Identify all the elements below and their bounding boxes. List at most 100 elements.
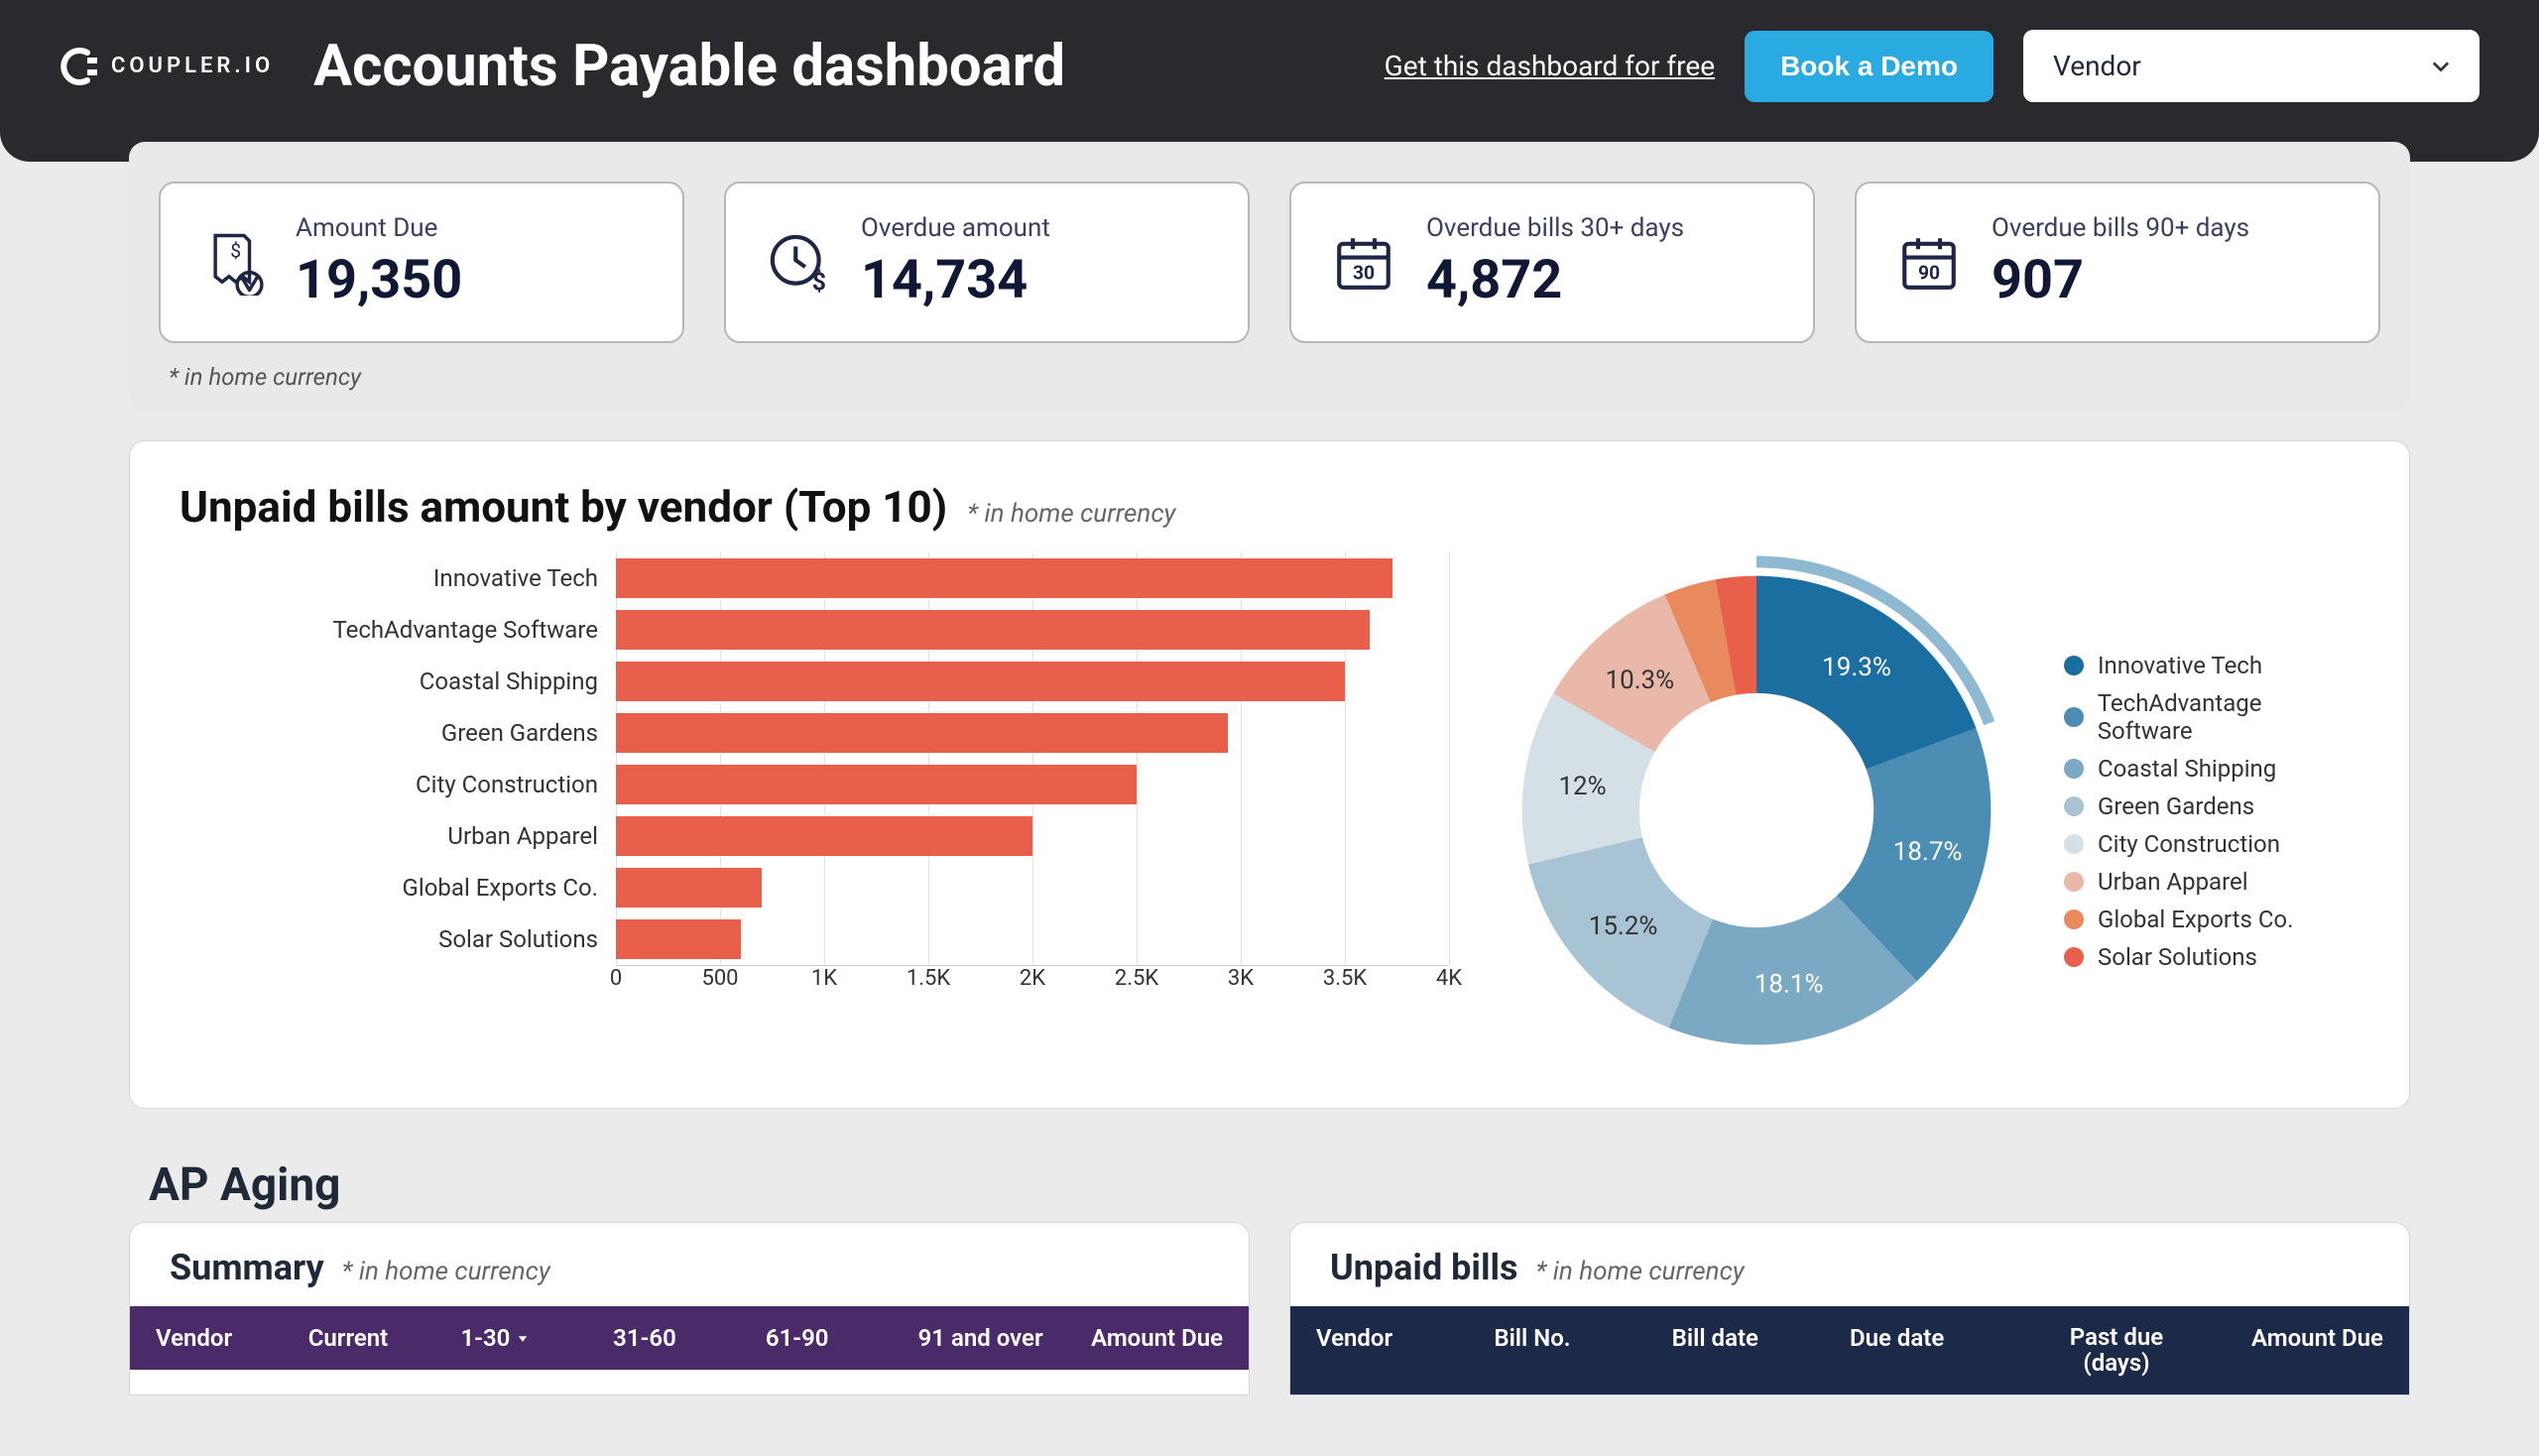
legend-item: TechAdvantage Software	[2064, 689, 2359, 745]
bar-row: Innovative Tech	[269, 552, 1449, 604]
chevron-down-icon	[2432, 50, 2450, 82]
bar-row: Urban Apparel	[269, 810, 1449, 862]
legend-swatch	[2064, 656, 2084, 675]
donut-slice-label: 18.7%	[1893, 837, 1963, 867]
donut-slice-label: 10.3%	[1605, 666, 1674, 695]
page-title: Accounts Payable dashboard	[313, 33, 1345, 100]
bar-row: TechAdvantage Software	[269, 604, 1449, 656]
kpi-card: 90Overdue bills 90+ days907	[1855, 182, 2380, 343]
table-header-cell: Amount Due	[1070, 1324, 1223, 1352]
brand-name: COUPLER.IO	[111, 54, 274, 78]
table-header-cell: Vendor	[1316, 1324, 1494, 1377]
legend-label: Urban Apparel	[2098, 868, 2248, 896]
donut-slice-label: 19.3%	[1822, 653, 1891, 682]
calendar-30-icon: 30	[1331, 230, 1396, 296]
bar-row: Solar Solutions	[269, 913, 1449, 965]
bar-label: Solar Solutions	[269, 925, 616, 953]
legend-item: Global Exports Co.	[2064, 906, 2359, 933]
summary-note: * in home currency	[342, 1257, 550, 1286]
summary-panel: Summary * in home currency VendorCurrent…	[129, 1222, 1250, 1395]
table-header-cell[interactable]: 1-30	[460, 1324, 613, 1352]
legend-item: Innovative Tech	[2064, 652, 2359, 679]
table-header-cell: Bill No.	[1494, 1324, 1671, 1377]
table-header-cell: Bill date	[1672, 1324, 1850, 1377]
legend-label: Solar Solutions	[2098, 943, 2257, 971]
app-header: COUPLER.IO Accounts Payable dashboard Ge…	[0, 0, 2539, 162]
table-header-cell: Due date	[1850, 1324, 2027, 1377]
legend-label: TechAdvantage Software	[2098, 689, 2359, 745]
bar-fill	[616, 816, 1032, 856]
bar-label: Global Exports Co.	[269, 874, 616, 902]
bar-row: Coastal Shipping	[269, 656, 1449, 707]
kpi-label: Amount Due	[296, 213, 462, 243]
legend-swatch	[2064, 947, 2084, 967]
axis-tick: 3K	[1228, 966, 1254, 991]
donut-slice-label: 12%	[1558, 772, 1606, 801]
get-dashboard-link[interactable]: Get this dashboard for free	[1385, 50, 1715, 82]
table-header-cell: 91 and over	[918, 1324, 1071, 1352]
vendor-filter-dropdown[interactable]: Vendor	[2023, 30, 2479, 102]
legend-label: City Construction	[2098, 830, 2280, 858]
legend-label: Green Gardens	[2098, 792, 2254, 820]
sort-caret-down-icon	[516, 1324, 530, 1352]
legend-item: Urban Apparel	[2064, 868, 2359, 896]
ap-aging-title: AP Aging	[149, 1158, 2410, 1212]
svg-text:$: $	[812, 268, 826, 296]
kpi-value: 4,872	[1426, 249, 1684, 311]
bar-row: Green Gardens	[269, 707, 1449, 759]
kpi-card: 30 Overdue bills 30+ days 4,872	[1289, 182, 1815, 343]
legend-swatch	[2064, 910, 2084, 929]
vendor-chart-card: Unpaid bills amount by vendor (Top 10) *…	[129, 440, 2410, 1109]
unpaid-table-header: VendorBill No.Bill dateDue datePast due(…	[1290, 1306, 2409, 1395]
brand-logo: COUPLER.IO	[60, 47, 274, 86]
axis-tick: 1.5K	[907, 966, 950, 991]
legend-item: City Construction	[2064, 830, 2359, 858]
kpi-card: $ Overdue amount 14,734	[724, 182, 1250, 343]
kpi-label: Overdue bills 30+ days	[1426, 213, 1684, 243]
bar-label: TechAdvantage Software	[269, 616, 616, 644]
unpaid-title: Unpaid bills	[1330, 1247, 1518, 1288]
legend-swatch	[2064, 759, 2084, 779]
vendor-chart-note: * in home currency	[967, 499, 1175, 529]
legend-swatch	[2064, 707, 2084, 727]
bar-fill	[616, 919, 741, 959]
kpi-section: $ Amount Due 19,350 $ Overdue amount 14,734 30…	[129, 142, 2410, 411]
vendor-chart-title: Unpaid bills amount by vendor (Top 10)	[180, 481, 947, 533]
table-header-cell: 61-90	[766, 1324, 918, 1352]
summary-title: Summary	[170, 1247, 324, 1288]
donut-chart: 19.3%18.7%18.1%15.2%12%10.3%	[1489, 552, 2024, 1068]
table-header-cell: Vendor	[156, 1324, 308, 1352]
vendor-filter-label: Vendor	[2053, 50, 2141, 82]
axis-tick: 2.5K	[1115, 966, 1158, 991]
calendar-90-icon: 90	[1896, 230, 1962, 296]
svg-text:90: 90	[1918, 261, 1940, 284]
bar-fill	[616, 713, 1228, 753]
kpi-label: Overdue amount	[861, 213, 1050, 243]
bar-fill	[616, 558, 1392, 598]
donut-legend: Innovative TechTechAdvantage SoftwareCoa…	[2064, 552, 2359, 981]
legend-item: Solar Solutions	[2064, 943, 2359, 971]
kpi-footnote: * in home currency	[169, 363, 2370, 391]
kpi-card: $ Amount Due 19,350	[159, 182, 684, 343]
axis-tick: 2K	[1020, 966, 1045, 991]
kpi-value: 19,350	[296, 249, 462, 311]
book-demo-button[interactable]: Book a Demo	[1745, 31, 1994, 102]
bar-label: City Construction	[269, 771, 616, 798]
bar-label: Green Gardens	[269, 719, 616, 747]
clock-dollar-icon: $	[766, 230, 831, 296]
bar-fill	[616, 868, 762, 908]
unpaid-bills-panel: Unpaid bills * in home currency VendorBi…	[1289, 1222, 2410, 1395]
coupler-logo-icon	[60, 47, 99, 86]
legend-label: Global Exports Co.	[2098, 906, 2293, 933]
bar-row: City Construction	[269, 759, 1449, 810]
svg-text:30: 30	[1353, 261, 1375, 284]
svg-text:$: $	[230, 239, 241, 262]
table-header-cell: Current	[308, 1324, 461, 1352]
legend-swatch	[2064, 872, 2084, 892]
table-header-cell: 31-60	[613, 1324, 766, 1352]
kpi-value: 14,734	[861, 249, 1050, 311]
table-header-cell: Past due(days)	[2027, 1324, 2205, 1377]
axis-tick: 0	[610, 966, 622, 991]
bar-fill	[616, 610, 1370, 650]
kpi-value: 907	[1992, 249, 2249, 311]
